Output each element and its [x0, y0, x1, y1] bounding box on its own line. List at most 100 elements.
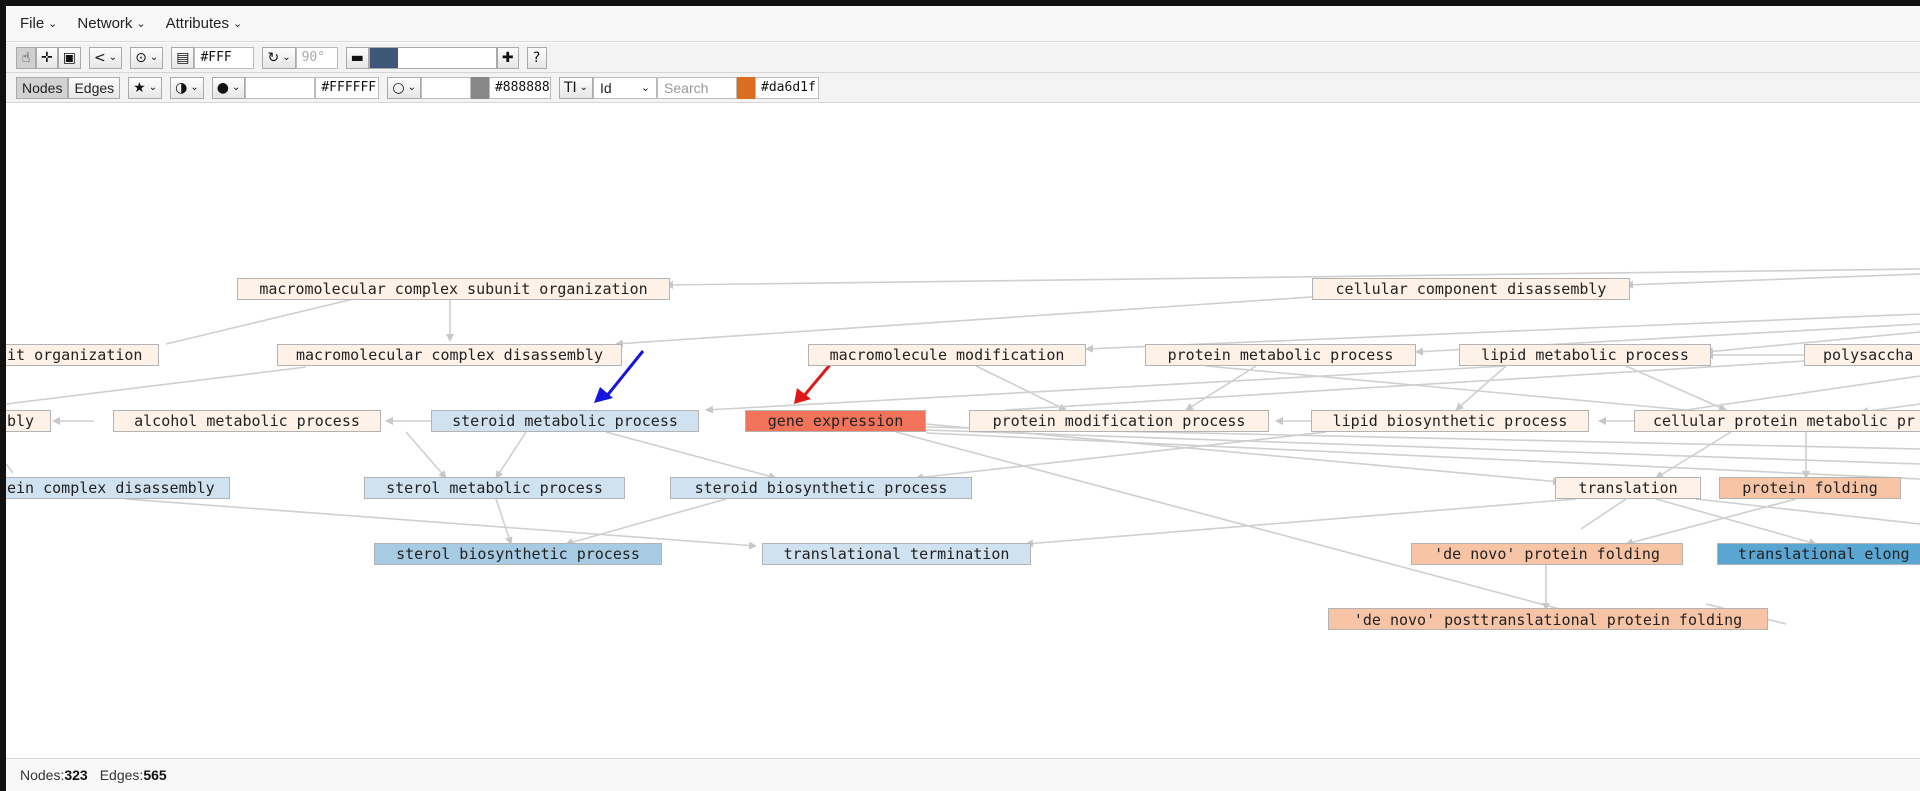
edge: [6, 463, 14, 474]
node[interactable]: steroid metabolic process: [431, 410, 699, 432]
node[interactable]: bly: [6, 410, 51, 432]
rotate-dropdown[interactable]: ↻ ⌄: [262, 46, 296, 69]
network-toolbar: ☝ ✛ ▣ < ⌄ ⊙ ⌄ ▤ #FFF ↻ ⌄ 90° ▬ ✚ ?: [6, 43, 1920, 73]
pan-tool-button[interactable]: ✛: [36, 46, 58, 69]
empty-circle-icon: ○: [392, 79, 405, 96]
node-shape-dropdown[interactable]: ★ ⌄: [128, 76, 163, 99]
node[interactable]: sterol metabolic process: [364, 477, 625, 499]
move-cross-icon: ✛: [41, 49, 53, 66]
background-color-button[interactable]: ▤: [171, 46, 195, 69]
edge: [1625, 273, 1920, 289]
menu-bar: File ⌄ Network ⌄ Attributes ⌄: [6, 6, 1920, 42]
export-image-button[interactable]: ▣: [57, 46, 81, 69]
network-canvas[interactable]: macromolecular complex subunit organizat…: [6, 104, 1920, 758]
background-color-input[interactable]: #FFF: [194, 46, 255, 69]
layout-share-dropdown[interactable]: < ⌄: [88, 46, 123, 69]
image-icon: ▣: [62, 49, 76, 66]
edge: [125, 498, 757, 550]
border-color-input[interactable]: #888888: [488, 76, 551, 99]
status-bar: Nodes: 323 Edges: 565: [6, 758, 1920, 791]
rotate-icon: ↻: [267, 49, 280, 66]
node-border-dropdown[interactable]: ○ ⌄: [387, 76, 421, 99]
edge: [1580, 498, 1627, 530]
node[interactable]: lipid metabolic process: [1459, 344, 1711, 366]
chevron-down-icon: ⌄: [231, 82, 241, 93]
target-icon: ⊙: [135, 49, 147, 66]
node-search-input[interactable]: Search: [657, 76, 738, 99]
edge: [165, 295, 367, 345]
zoom-slider[interactable]: [368, 46, 497, 69]
node[interactable]: 'de novo' posttranslational protein fold…: [1328, 608, 1768, 630]
zoom-slider-fill: [369, 47, 398, 68]
node[interactable]: macromolecular complex subunit organizat…: [237, 278, 670, 300]
node[interactable]: macromolecular complex disassembly: [277, 344, 622, 366]
label-style-dropdown[interactable]: TI ⌄: [558, 76, 594, 99]
edges-count-label: Edges:: [99, 767, 144, 783]
select-tool-button[interactable]: ☝: [16, 46, 36, 69]
menu-file-label: File: [20, 15, 45, 32]
help-icon: ?: [532, 49, 541, 66]
fill-color-input[interactable]: #FFFFFF: [315, 76, 380, 99]
node[interactable]: cellular protein metabolic pr: [1634, 410, 1920, 432]
edge: [1685, 375, 1920, 411]
annotation-arrows: [594, 350, 841, 404]
highlight-color-input[interactable]: #da6d1f: [755, 76, 820, 99]
edge: [925, 432, 1920, 480]
chevron-down-icon: ⌄: [136, 18, 146, 30]
menu-file[interactable]: File ⌄: [20, 15, 57, 32]
zoom-in-button[interactable]: ✚: [496, 46, 519, 69]
label-attribute-select[interactable]: Id ⌄: [593, 76, 658, 99]
node[interactable]: sterol biosynthetic process: [374, 543, 662, 565]
node-opacity-dropdown[interactable]: ◑ ⌄: [170, 76, 204, 99]
node[interactable]: gene expression: [745, 410, 926, 432]
edge: [1025, 498, 1577, 548]
node[interactable]: lipid biosynthetic process: [1311, 410, 1589, 432]
chevron-down-icon: ⌄: [108, 52, 118, 63]
edge: [925, 429, 1920, 465]
chevron-down-icon: ⌄: [148, 82, 158, 93]
edge: [615, 295, 1327, 348]
menu-network[interactable]: Network ⌄: [77, 15, 145, 32]
menu-attributes[interactable]: Attributes ⌄: [166, 15, 243, 32]
edge: [495, 431, 527, 479]
chevron-down-icon: ⌄: [190, 82, 199, 93]
node[interactable]: steroid biosynthetic process: [670, 477, 972, 499]
node[interactable]: it organization: [6, 344, 159, 366]
plus-icon: ✚: [501, 49, 514, 66]
edge: [665, 268, 1920, 289]
fill-color-swatch[interactable]: [245, 76, 316, 99]
node[interactable]: protein folding: [1719, 477, 1901, 499]
node[interactable]: 'de novo' protein folding: [1411, 543, 1683, 565]
edge: [1625, 498, 1797, 547]
chevron-down-icon: ⌄: [282, 52, 291, 63]
zoom-out-button[interactable]: ▬: [345, 46, 369, 69]
node[interactable]: alcohol metabolic process: [113, 410, 381, 432]
edge: [495, 498, 513, 545]
node[interactable]: translation: [1555, 477, 1701, 499]
border-width-field[interactable]: [420, 76, 471, 99]
menu-attributes-label: Attributes: [165, 15, 229, 32]
share-icon: <: [93, 49, 106, 66]
node[interactable]: protein modification process: [969, 410, 1269, 432]
rotation-angle-input[interactable]: 90°: [295, 46, 338, 69]
edge: [605, 431, 777, 481]
node[interactable]: translational elong: [1717, 543, 1920, 565]
tab-edges[interactable]: Edges: [68, 76, 121, 99]
node[interactable]: protein metabolic process: [1145, 344, 1416, 366]
node[interactable]: ein complex disassembly: [6, 477, 230, 499]
node[interactable]: polysaccha: [1804, 344, 1920, 366]
node[interactable]: translational termination: [762, 543, 1031, 565]
node[interactable]: macromolecule modification: [808, 344, 1086, 366]
edge: [975, 365, 1067, 411]
edge: [405, 431, 447, 479]
highlight-color-swatch[interactable]: [737, 76, 756, 99]
border-color-swatch[interactable]: [470, 76, 489, 99]
node[interactable]: cellular component disassembly: [1312, 278, 1630, 300]
edge: [1455, 365, 1507, 411]
node-fill-dropdown[interactable]: ● ⌄: [211, 76, 246, 99]
nodes-count-label: Nodes:: [20, 767, 65, 783]
edge: [1185, 365, 1257, 411]
help-button[interactable]: ?: [526, 46, 547, 69]
tab-nodes[interactable]: Nodes: [16, 76, 69, 99]
center-view-dropdown[interactable]: ⊙ ⌄: [130, 46, 164, 69]
